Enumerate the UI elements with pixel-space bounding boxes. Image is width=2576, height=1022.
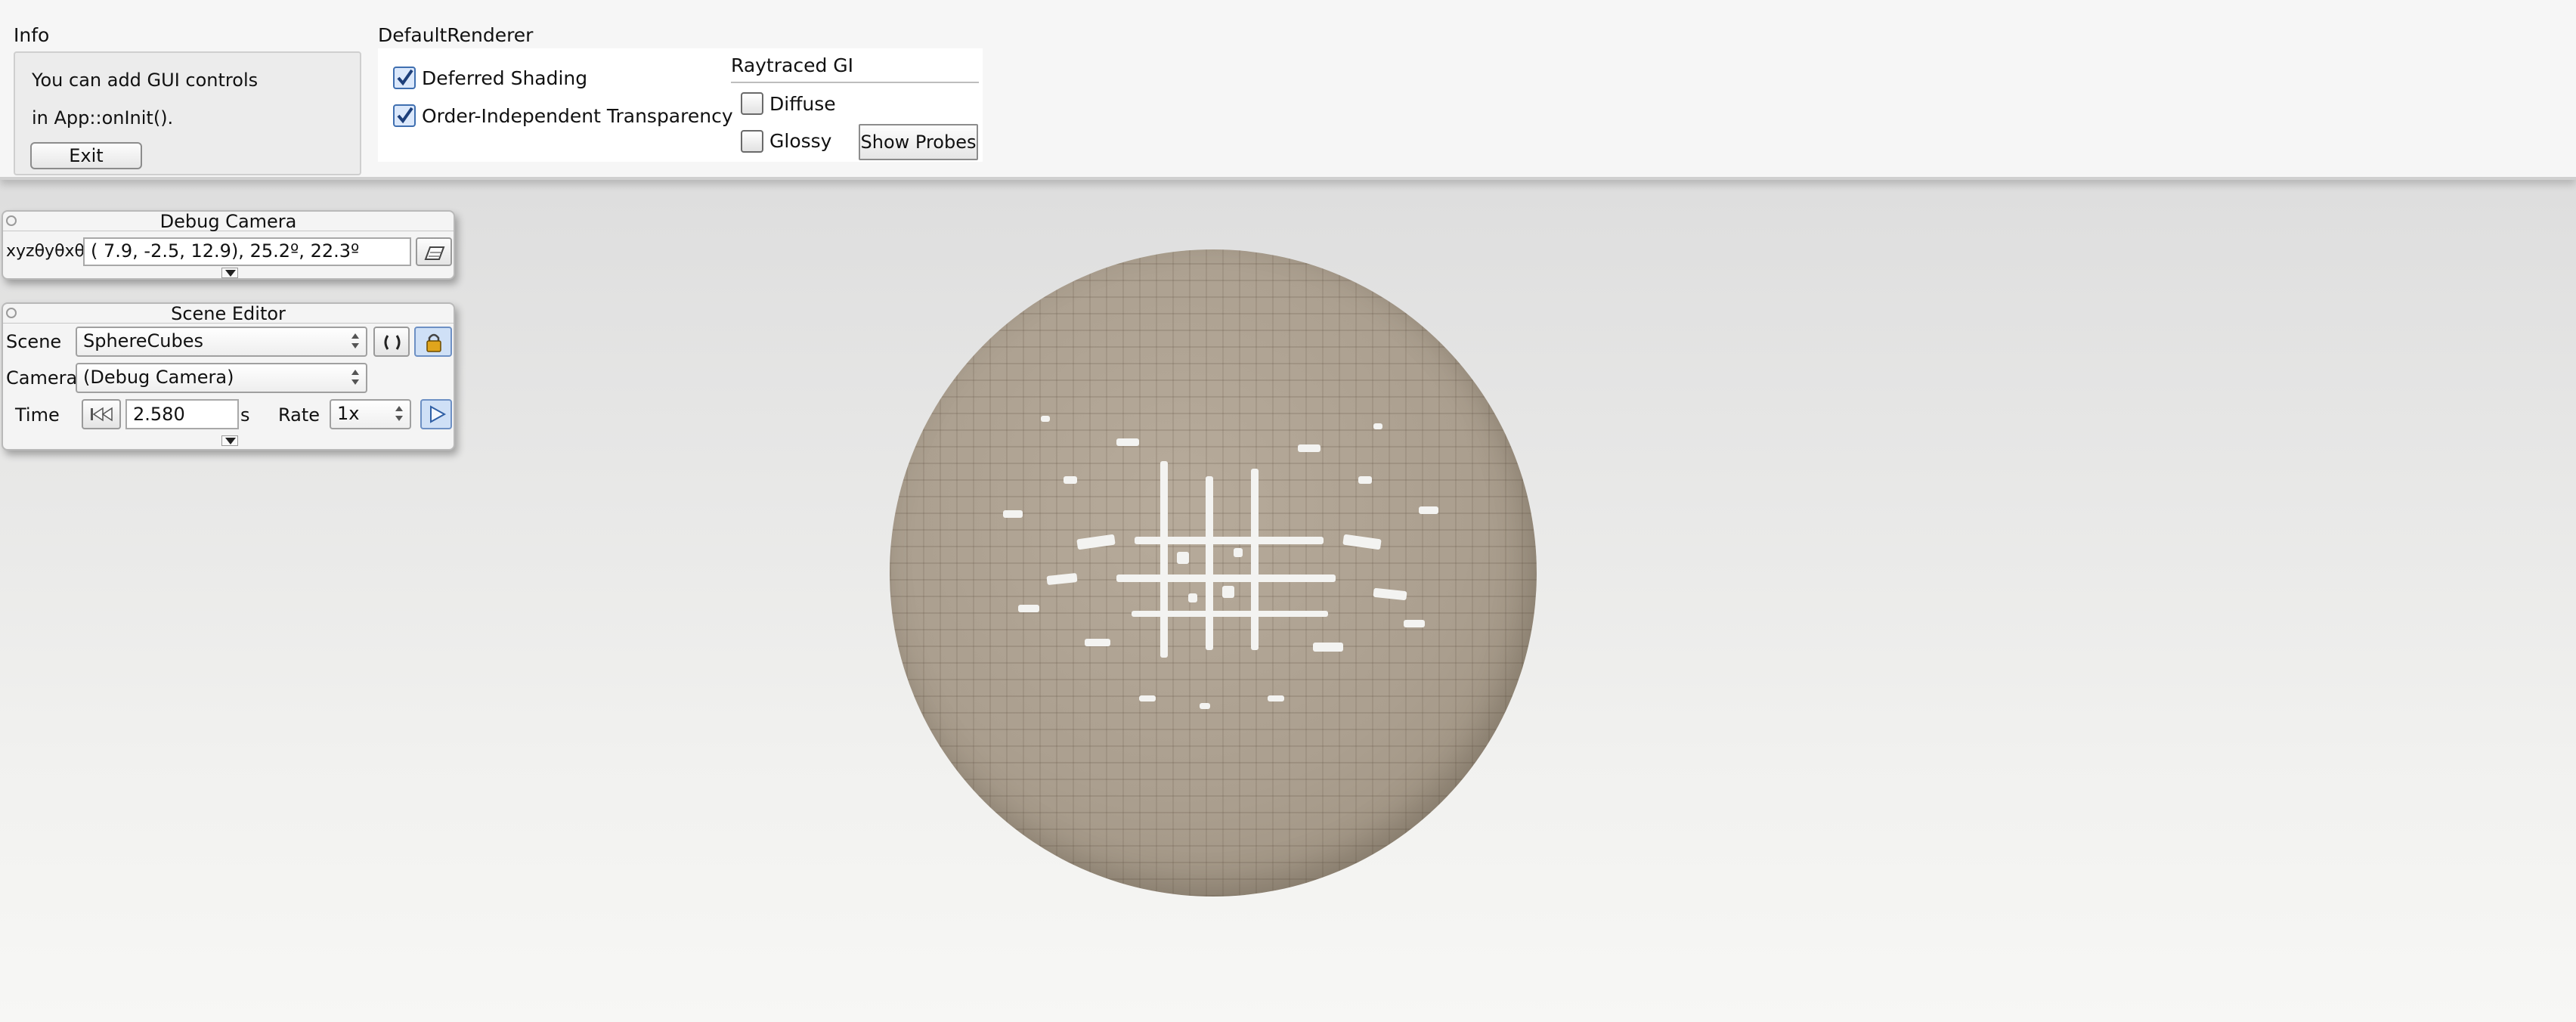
info-title: Info: [14, 24, 50, 46]
gap: [1018, 605, 1039, 612]
deferred-shading-checkbox[interactable]: [393, 67, 416, 89]
raytraced-gi-divider: [731, 82, 979, 83]
checkmark-icon: [397, 107, 413, 124]
gap: [1268, 695, 1284, 701]
deferred-shading-label: Deferred Shading: [422, 67, 588, 89]
gap: [1251, 469, 1259, 650]
gap: [1177, 552, 1189, 564]
renderer-pane: Deferred Shading Order-Independent Trans…: [378, 48, 983, 162]
show-probes-button[interactable]: Show Probes: [859, 124, 978, 160]
gap: [1222, 586, 1234, 598]
gap: [1076, 534, 1116, 550]
renderer-title: DefaultRenderer: [378, 24, 534, 46]
gap: [1373, 587, 1407, 601]
raytraced-gi-title: Raytraced GI: [731, 54, 854, 76]
gap: [1200, 703, 1210, 709]
gap: [1064, 476, 1077, 484]
glossy-label: Glossy: [769, 130, 832, 152]
gap: [1404, 620, 1425, 627]
gap: [1358, 476, 1372, 484]
gap: [1085, 639, 1110, 646]
gap: [1419, 506, 1438, 514]
gap: [1313, 643, 1343, 652]
gap: [1188, 593, 1197, 602]
developer-toolbar: Info You can add GUI controls in App::on…: [0, 0, 2576, 180]
oit-label: Order-Independent Transparency: [422, 105, 733, 127]
gap: [1003, 510, 1023, 518]
sphere-of-cubes: [890, 249, 1537, 897]
exit-button[interactable]: Exit: [30, 142, 142, 169]
gap: [1234, 548, 1243, 557]
gap: [1206, 476, 1213, 650]
gap: [1298, 444, 1321, 452]
diffuse-checkbox[interactable]: [741, 92, 763, 115]
diffuse-label: Diffuse: [769, 93, 836, 115]
info-pane: You can add GUI controls in App::onInit(…: [14, 51, 361, 175]
checkmark-icon: [397, 69, 413, 86]
gap: [1373, 423, 1382, 429]
gap: [1139, 695, 1156, 701]
info-line-1: You can add GUI controls: [32, 70, 259, 91]
oit-checkbox[interactable]: [393, 104, 416, 127]
gap: [1046, 572, 1078, 586]
info-line-2: in App::onInit().: [32, 107, 174, 129]
gap: [1041, 416, 1050, 422]
gap: [1342, 534, 1382, 550]
gap: [1160, 461, 1168, 658]
gap: [1116, 438, 1139, 446]
glossy-checkbox[interactable]: [741, 130, 763, 153]
gap: [1116, 574, 1336, 582]
